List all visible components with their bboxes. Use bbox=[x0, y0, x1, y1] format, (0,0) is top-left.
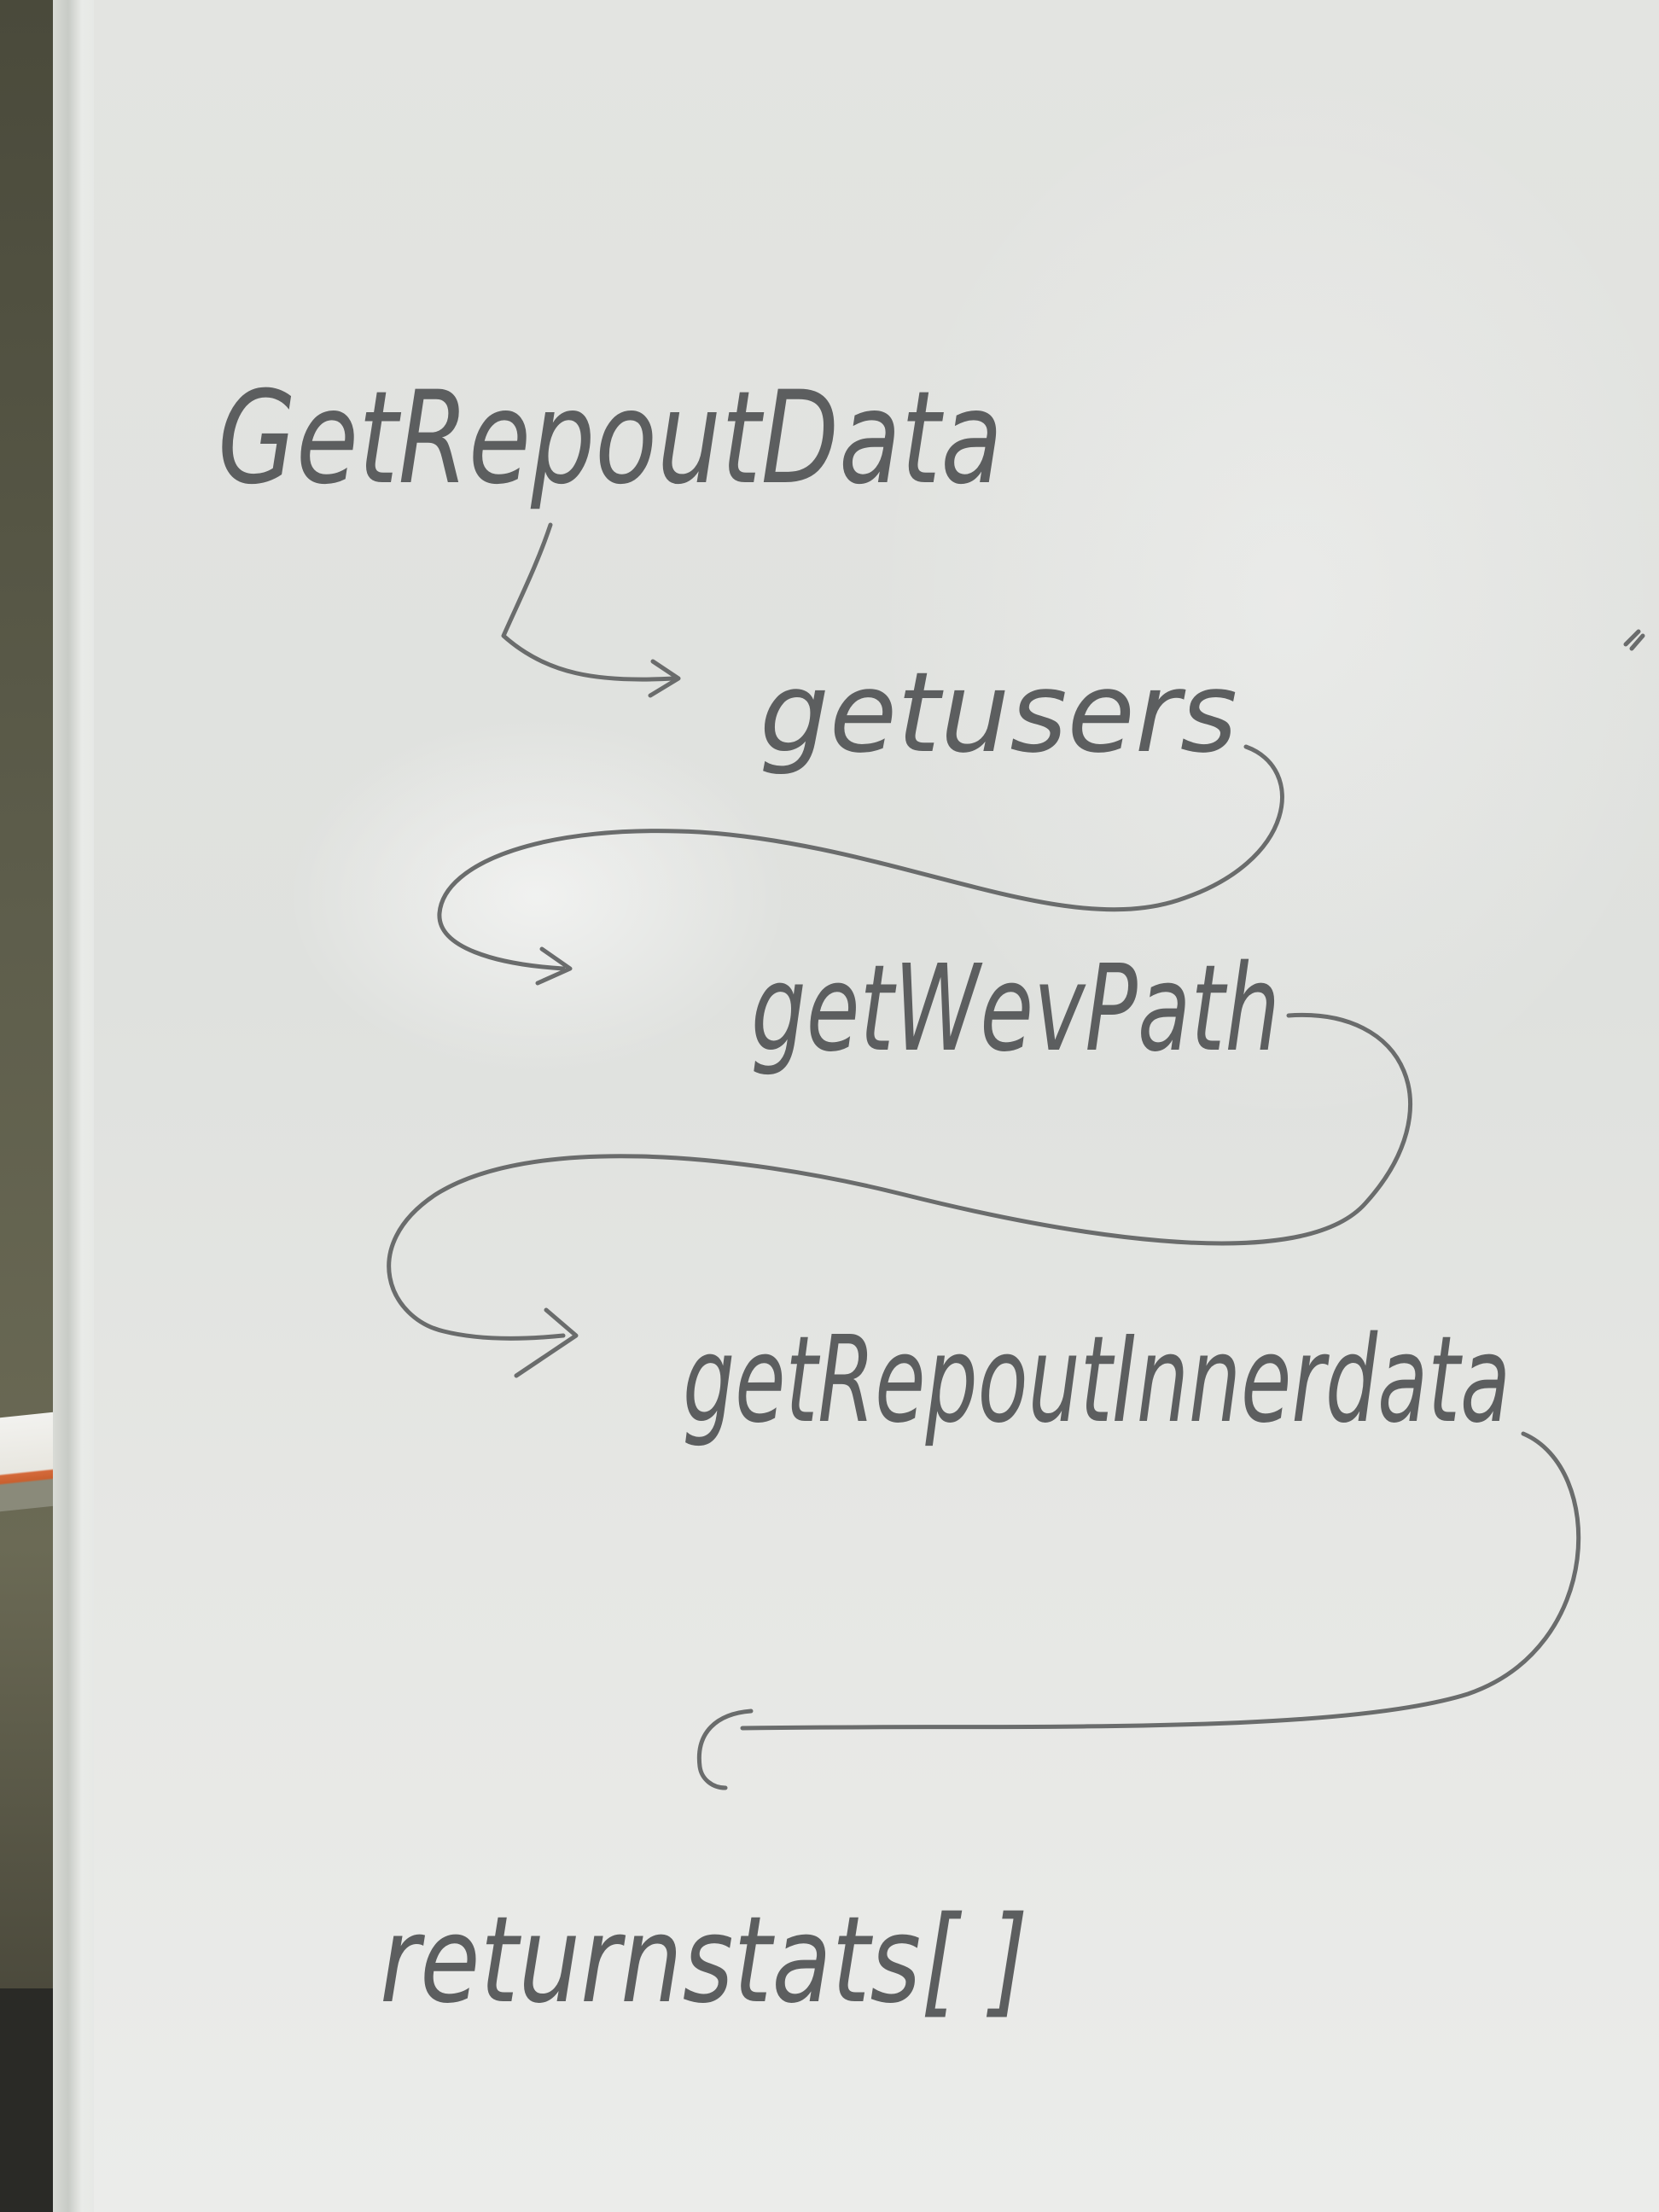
arrowhead-3 bbox=[514, 1307, 579, 1378]
connector-loop-1 bbox=[437, 744, 1284, 971]
edge-mark bbox=[1623, 629, 1645, 651]
step-label-get-users: getusers bbox=[760, 648, 1237, 777]
step-label-return-stats: returnstats[ ] bbox=[380, 1891, 1028, 2030]
connector-return bbox=[740, 1431, 1581, 1731]
return-bracket bbox=[696, 1708, 754, 1790]
photo-scene: GetRepoutData getusers getWevPath getRep… bbox=[0, 0, 1659, 2212]
step-label-get-wev-path: getWevPath bbox=[751, 940, 1280, 1079]
step-label-get-report-data: GetRepoutData bbox=[218, 364, 1003, 513]
connector-arrow-1 bbox=[501, 522, 677, 682]
handwriting-layer: GetRepoutData getusers getWevPath getRep… bbox=[218, 364, 1645, 2030]
step-label-get-report-inner-data: getRepoutInnerdata bbox=[683, 1311, 1511, 1450]
